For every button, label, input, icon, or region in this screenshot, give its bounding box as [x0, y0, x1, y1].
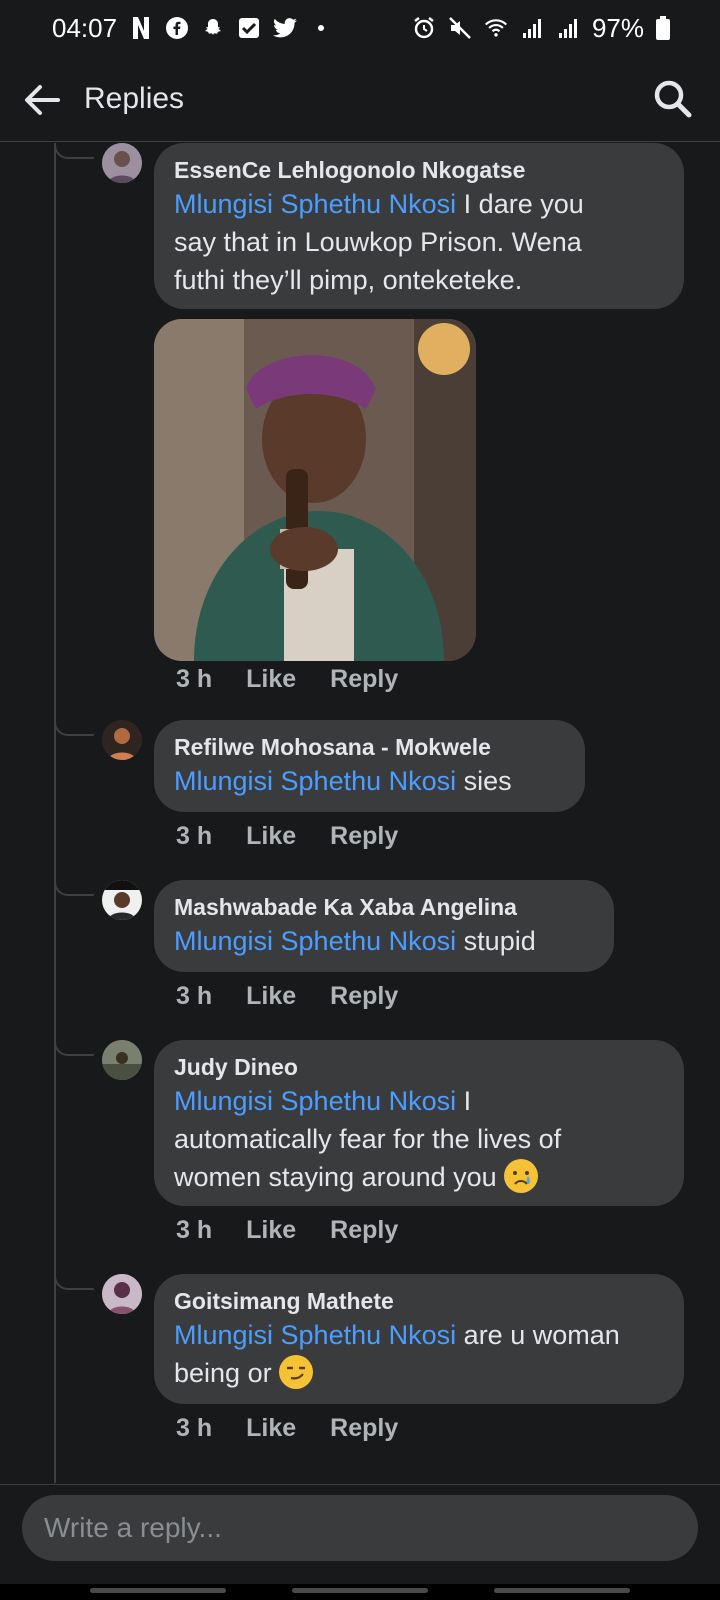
- comment-text: Mlungisi Sphethu Nkosi are u woman being…: [174, 1316, 664, 1392]
- more-notifications-dot-icon: [309, 16, 333, 40]
- reply-composer: [0, 1484, 720, 1600]
- comment-text-line: sies: [463, 766, 512, 796]
- mention-link[interactable]: Mlungisi Sphethu Nkosi: [174, 766, 456, 796]
- nav-home-handle[interactable]: [292, 1588, 428, 1593]
- comment-actions: 3 h Like Reply: [176, 665, 398, 694]
- battery-percent: 97%: [591, 12, 644, 43]
- comment-timestamp: 3 h: [176, 982, 213, 1010]
- like-button[interactable]: Like: [246, 1414, 296, 1443]
- thread-elbow: [54, 720, 94, 736]
- comment-author[interactable]: Goitsimang Mathete: [174, 1286, 664, 1316]
- thread-elbow: [54, 1274, 94, 1290]
- avatar[interactable]: [102, 1040, 142, 1080]
- status-left: 04:07: [52, 13, 333, 44]
- comment-text-line: I dare you: [463, 189, 584, 219]
- comment-text-line: I: [463, 1086, 472, 1116]
- thread-elbow: [54, 1040, 94, 1056]
- comment-author[interactable]: Judy Dineo: [174, 1052, 664, 1082]
- twitter-notification-icon: [273, 16, 298, 40]
- thread-elbow: [54, 143, 94, 159]
- system-navigation-bar: [0, 1584, 720, 1600]
- mention-link[interactable]: Mlungisi Sphethu Nkosi: [174, 189, 456, 219]
- like-button[interactable]: Like: [246, 822, 296, 851]
- back-button[interactable]: [22, 80, 62, 120]
- like-button[interactable]: Like: [246, 665, 296, 694]
- comment-text-line: are u woman: [463, 1320, 620, 1350]
- mute-icon: [448, 16, 472, 40]
- comment-text: Mlungisi Sphethu Nkosi I automatically f…: [174, 1082, 664, 1196]
- search-icon: [654, 80, 692, 118]
- avatar[interactable]: [102, 143, 142, 183]
- status-right: 97%: [412, 13, 670, 44]
- comment-timestamp: 3 h: [176, 1414, 213, 1442]
- comment-bubble[interactable]: Refilwe Mohosana - Mokwele Mlungisi Sphe…: [154, 720, 585, 812]
- comment-text-line: automatically fear for the lives of: [174, 1124, 562, 1154]
- checkbox-notification-icon: [237, 16, 261, 40]
- reply-button[interactable]: Reply: [330, 822, 398, 851]
- comment-author[interactable]: EssenCe Lehlogonolo Nkogatse: [174, 155, 664, 185]
- nav-back-handle[interactable]: [494, 1588, 630, 1593]
- comment-bubble[interactable]: Judy Dineo Mlungisi Sphethu Nkosi I auto…: [154, 1040, 684, 1206]
- signal-icon-2: [556, 16, 580, 40]
- replies-thread[interactable]: EssenCe Lehlogonolo Nkogatse Mlungisi Sp…: [0, 143, 720, 1483]
- avatar[interactable]: [102, 1274, 142, 1314]
- comment-timestamp: 3 h: [176, 1216, 213, 1244]
- comment-text: Mlungisi Sphethu Nkosi sies: [174, 762, 565, 800]
- comment-bubble[interactable]: Goitsimang Mathete Mlungisi Sphethu Nkos…: [154, 1274, 684, 1404]
- mention-link[interactable]: Mlungisi Sphethu Nkosi: [174, 1320, 456, 1350]
- like-button[interactable]: Like: [246, 1216, 296, 1245]
- snapchat-notification-icon: [201, 16, 225, 40]
- alarm-icon: [412, 16, 436, 40]
- comment-text-line: women staying around you: [174, 1162, 497, 1192]
- reply-button[interactable]: Reply: [330, 1414, 398, 1443]
- avatar[interactable]: [102, 720, 142, 760]
- nav-recents-handle[interactable]: [90, 1588, 226, 1593]
- comment-text-line: stupid: [463, 926, 536, 956]
- comment-bubble[interactable]: Mashwabade Ka Xaba Angelina Mlungisi Sph…: [154, 880, 614, 972]
- comment-timestamp: 3 h: [176, 822, 213, 850]
- app-header: Replies: [0, 56, 720, 142]
- page-title: Replies: [84, 82, 185, 115]
- comment-bubble[interactable]: EssenCe Lehlogonolo Nkogatse Mlungisi Sp…: [154, 143, 684, 309]
- attached-photo[interactable]: [154, 319, 476, 661]
- comment-author[interactable]: Mashwabade Ka Xaba Angelina: [174, 892, 594, 922]
- comment-text: Mlungisi Sphethu Nkosi I dare you say th…: [174, 185, 664, 299]
- comment-text-line: being or: [174, 1358, 272, 1388]
- like-button[interactable]: Like: [246, 982, 296, 1011]
- battery-icon: [656, 16, 670, 40]
- comment-actions: 3 h Like Reply: [176, 1414, 398, 1443]
- comment-actions: 3 h Like Reply: [176, 982, 398, 1011]
- comment-actions: 3 h Like Reply: [176, 822, 398, 851]
- mention-link[interactable]: Mlungisi Sphethu Nkosi: [174, 926, 456, 956]
- wifi-icon: [484, 16, 508, 40]
- comment-author[interactable]: Refilwe Mohosana - Mokwele: [174, 732, 565, 762]
- thread-elbow: [54, 880, 94, 896]
- reply-input[interactable]: [22, 1495, 698, 1561]
- comment-timestamp: 3 h: [176, 665, 213, 693]
- comment-text-line: futhi they’ll pimp, onteketeke.: [174, 265, 523, 295]
- netflix-notification-icon: [129, 16, 153, 40]
- smirking-face-emoji-icon: [279, 1354, 314, 1389]
- avatar[interactable]: [102, 880, 142, 920]
- crying-face-emoji-icon: [504, 1158, 539, 1193]
- reply-button[interactable]: Reply: [330, 1216, 398, 1245]
- reply-button[interactable]: Reply: [330, 982, 398, 1011]
- search-button[interactable]: [652, 78, 694, 120]
- comment-actions: 3 h Like Reply: [176, 1216, 398, 1245]
- facebook-notification-icon: [165, 16, 189, 40]
- signal-icon-1: [520, 16, 544, 40]
- reply-button[interactable]: Reply: [330, 665, 398, 694]
- status-time: 04:07: [52, 12, 118, 43]
- back-arrow-icon: [25, 85, 60, 115]
- mention-link[interactable]: Mlungisi Sphethu Nkosi: [174, 1086, 456, 1116]
- comment-text: Mlungisi Sphethu Nkosi stupid: [174, 922, 594, 960]
- status-bar: 04:07 97%: [0, 0, 720, 56]
- comment-text-line: say that in Louwkop Prison. Wena: [174, 227, 582, 257]
